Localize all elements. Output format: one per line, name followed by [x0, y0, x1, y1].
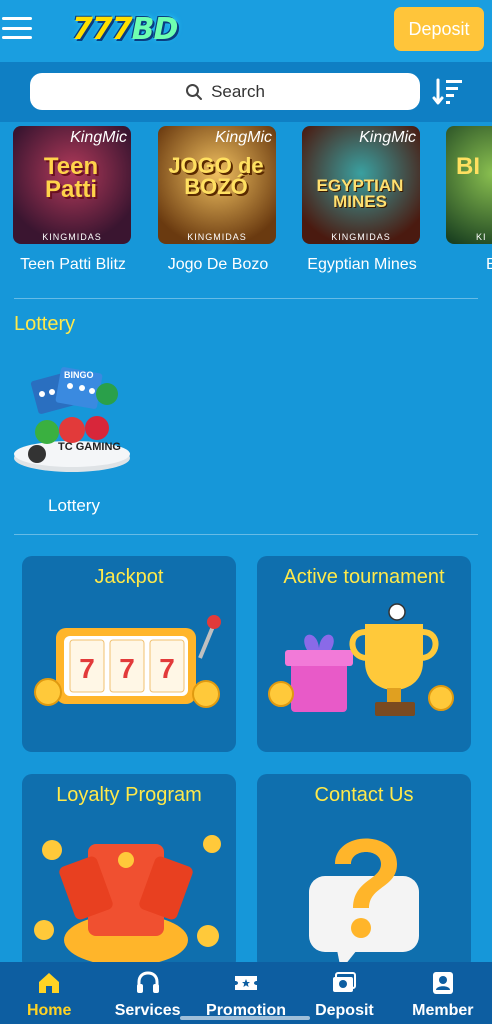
home-icon: [39, 973, 60, 993]
search-placeholder: Search: [211, 81, 265, 101]
section-divider: [14, 534, 478, 535]
home-indicator: [180, 1016, 310, 1020]
question-chat-icon: [309, 838, 419, 970]
trophy-icon: [268, 603, 454, 716]
game-tile-egyptian-mines[interactable]: KingMic EGYPTIAN MINES KINGMIDAS Egyptia…: [302, 126, 422, 274]
game-tile-partial[interactable]: BI KI B: [446, 126, 492, 274]
lottery-brand-text: TC GAMING: [58, 441, 121, 453]
red-envelope-icon: [34, 835, 221, 966]
lottery-section-title: Lottery: [14, 313, 76, 335]
game-tile-teen-patti-blitz[interactable]: KingMic Teen Patti KINGMIDAS Teen Patti …: [13, 126, 133, 274]
contact-us-card[interactable]: Contact Us: [257, 774, 471, 970]
lottery-bingo-text: BINGO: [64, 370, 94, 380]
search-input[interactable]: Search: [30, 73, 420, 110]
game-tile-jogo-de-bozo[interactable]: KingMic JOGO de BOZÓ KINGMIDAS Jogo De B…: [158, 126, 278, 274]
nav-item-services[interactable]: Services: [98, 962, 196, 1024]
sort-icon[interactable]: [432, 76, 464, 108]
search-bar-row: Search: [0, 62, 492, 122]
svg-text:7: 7: [79, 653, 95, 684]
active-tournament-card[interactable]: Active tournament: [257, 556, 471, 752]
site-logo[interactable]: 777BD: [72, 8, 188, 52]
member-icon: [432, 972, 453, 994]
search-icon: [186, 83, 203, 100]
lottery-thumbnail: TC GAMING BINGO: [12, 364, 134, 476]
jackpot-card[interactable]: Jackpot 7 7 7: [22, 556, 236, 752]
loyalty-program-card[interactable]: Loyalty Program: [22, 774, 236, 970]
game-thumbnail: KingMic Teen Patti KINGMIDAS: [13, 126, 131, 244]
game-thumbnail: KingMic EGYPTIAN MINES KINGMIDAS: [302, 126, 420, 244]
ticket-icon: [235, 976, 258, 990]
top-header: 777BD Deposit: [0, 0, 492, 62]
nav-item-promotion[interactable]: Promotion: [197, 962, 295, 1024]
svg-text:7: 7: [159, 653, 175, 684]
nav-item-member[interactable]: Member: [394, 962, 492, 1024]
headset-icon: [136, 971, 159, 993]
game-thumbnail: BI KI: [446, 126, 492, 244]
deposit-button[interactable]: Deposit: [394, 7, 484, 51]
menu-icon[interactable]: [2, 14, 32, 42]
svg-text:7: 7: [119, 653, 135, 684]
bottom-nav: Home Services Promotion Deposit Member: [0, 962, 492, 1024]
nav-item-deposit[interactable]: Deposit: [295, 962, 393, 1024]
game-thumbnail: KingMic JOGO de BOZÓ KINGMIDAS: [158, 126, 276, 244]
nav-item-home[interactable]: Home: [0, 962, 98, 1024]
slot-machine-icon: 7 7 7: [34, 615, 221, 708]
section-divider: [14, 298, 478, 299]
wallet-icon: [333, 972, 357, 992]
game-carousel: KingMic Teen Patti KINGMIDAS Teen Patti …: [0, 122, 492, 297]
lottery-tile[interactable]: TC GAMING BINGO Lottery: [12, 364, 136, 516]
